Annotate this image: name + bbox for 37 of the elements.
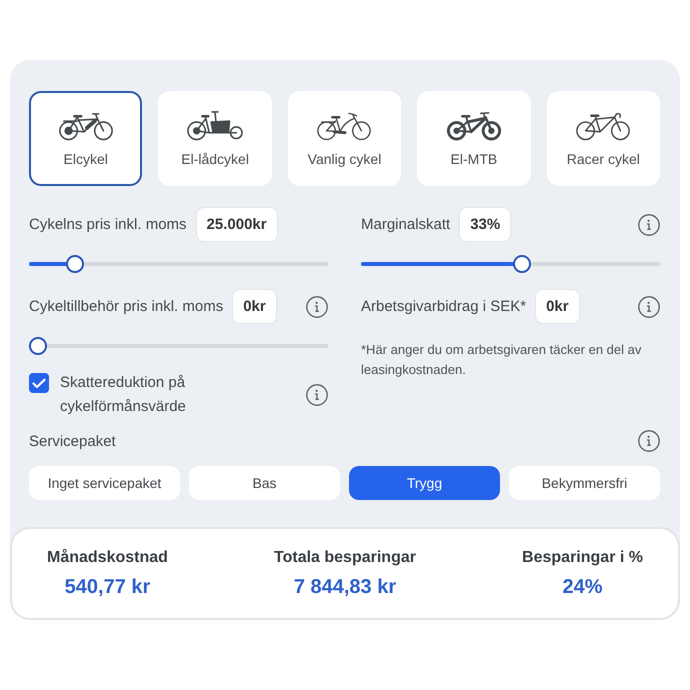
result-label: Besparingar i % [522, 548, 643, 568]
value-field[interactable]: 0kr [535, 289, 580, 324]
service-option[interactable]: Bas [189, 466, 340, 500]
slider-thumb[interactable] [512, 255, 531, 273]
bike-type-card[interactable]: El-lådcykel [158, 91, 272, 186]
checkbox-label: Skattereduktion på cykelförmånsvärde [60, 373, 187, 417]
value-field[interactable]: 0kr [232, 289, 277, 324]
section-label: Servicepaket [29, 432, 116, 450]
result-value: 24% [562, 575, 603, 599]
info-icon[interactable] [638, 296, 660, 318]
info-icon[interactable] [306, 296, 328, 318]
bike-type-card[interactable]: Elcykel [29, 91, 142, 186]
info-icon[interactable] [638, 214, 660, 236]
info-icon[interactable] [638, 430, 660, 452]
checkbox[interactable] [29, 373, 49, 393]
bike-type-card[interactable]: Vanlig cykel [288, 91, 402, 186]
result-value: 7 844,83 kr [294, 575, 396, 599]
field-label: Marginalskatt [361, 216, 450, 233]
info-icon[interactable] [306, 384, 328, 406]
result-label: Totala besparingar [274, 548, 416, 568]
slider-thumb[interactable] [66, 255, 84, 273]
value-field[interactable]: 25.000kr [196, 207, 278, 242]
cargo-bike-icon [186, 108, 244, 141]
field-label: Arbetsgivarbidrag i SEK* [361, 298, 526, 315]
slider-thumb[interactable] [29, 337, 47, 355]
service-option[interactable]: Bekymmersfri [509, 466, 660, 500]
result-label: Månadskostnad [47, 548, 168, 568]
note-text: *Här anger du om arbetsgivaren täcker en del av leasingkostnaden. [361, 341, 642, 379]
value-field[interactable]: 33% [459, 207, 512, 242]
bike-type-card[interactable]: El-MTB [417, 91, 531, 186]
field-label: Cykeltillbehör pris inkl. moms [29, 298, 224, 315]
checkmark-icon [32, 378, 46, 388]
result-value: 540,77 kr [64, 575, 150, 599]
bike-type-card[interactable]: Racer cykel [546, 91, 660, 186]
field-label: Cykelns pris inkl. moms [29, 216, 187, 233]
service-option[interactable]: Inget servicepaket [29, 466, 180, 500]
service-option[interactable]: Trygg [349, 466, 500, 500]
